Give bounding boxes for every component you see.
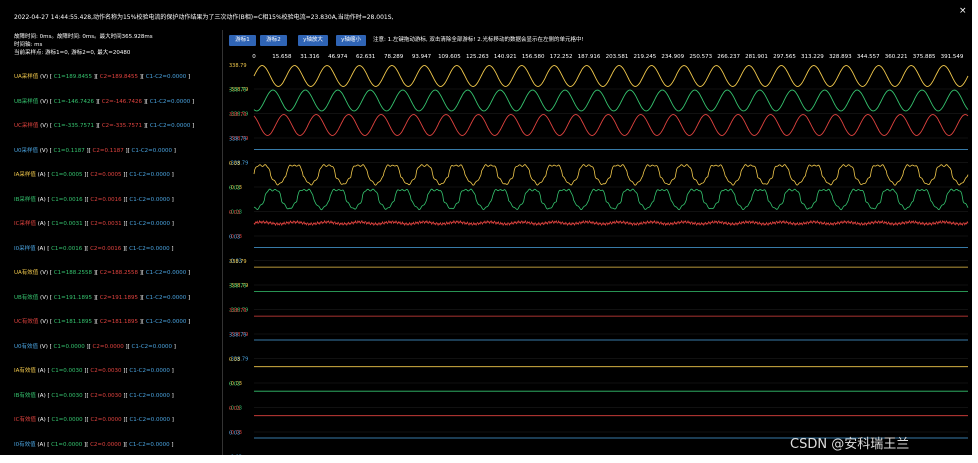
axis-tick-label: 234.909 [661,54,684,60]
y-max-label: 338.79 [229,137,247,143]
y-max-label: 338.79 [229,308,247,314]
axis-tick-label: 187.916 [578,54,601,60]
y-max-label: 338.79 [229,333,247,339]
waveform-series [253,219,969,227]
y-max-label: 0.03 [229,382,240,388]
y-max-label: 0.03 [229,161,240,167]
axis-tick-label: 78.289 [384,54,404,60]
waveform-series [253,89,969,112]
y-min-label: -0.03 [229,455,242,456]
axis-tick-label: 250.573 [689,54,712,60]
axis-tick-label: 266.237 [717,54,740,60]
y-max-label: 0.03 [229,235,240,241]
axis-tick-label: 15.658 [272,54,292,60]
axis-tick-label: 203.581 [606,54,629,60]
y-max-label: 0.03 [229,431,240,437]
axis-tick-label: 93.947 [412,54,432,60]
axis-tick-label: 281.901 [745,54,768,60]
axis-tick-label: 344.557 [857,54,880,60]
waveform-plot[interactable]: 0 15.658 31.316 46.974 62.631 78.289 93.947 109… [0,0,972,455]
y-max-label: 338.79 [229,63,247,69]
y-max-label: 338.79 [229,112,247,118]
axis-tick-label: 125.263 [466,54,489,60]
axis-tick-label: 297.565 [773,54,796,60]
waveform-series [253,164,969,186]
axis-tick-label: 31.316 [300,54,320,60]
axis-tick-label: 328.893 [829,54,852,60]
y-max-label: 338.79 [229,88,247,94]
axis-tick-label: 156.580 [522,54,545,60]
waveform-series [253,188,969,211]
y-max-label: 338.79 [229,284,247,290]
axis-tick-label: 313.229 [801,54,824,60]
y-max-label: 338.79 [229,259,247,265]
axis-tick-label: 46.974 [328,54,348,60]
waveform-series [253,65,969,87]
axis-tick-label: 219.245 [634,54,657,60]
waveform-viewer-window: 2022-04-27 14:44:55.428,动作名称为15%校验电流的保护动… [0,0,972,455]
y-max-label: 0.03 [229,186,240,192]
axis-tick-label: 109.605 [438,54,461,60]
axis-tick-label: 360.221 [885,54,908,60]
axis-tick-label: 62.631 [356,54,375,60]
watermark: CSDN @安科瑞王兰 [790,437,910,452]
y-max-label: 0.03 [229,210,240,216]
axis-tick-label: 140.921 [494,54,517,60]
axis-tick-label: 391.549 [941,54,964,60]
axis-tick-label: 172.252 [550,54,573,60]
waveform-series [253,114,969,136]
axis-tick-label: 0 [252,54,256,60]
y-max-label: 0.03 [229,406,240,412]
y-max-label: 0.03 [229,357,240,363]
axis-tick-label: 375.885 [913,54,936,60]
